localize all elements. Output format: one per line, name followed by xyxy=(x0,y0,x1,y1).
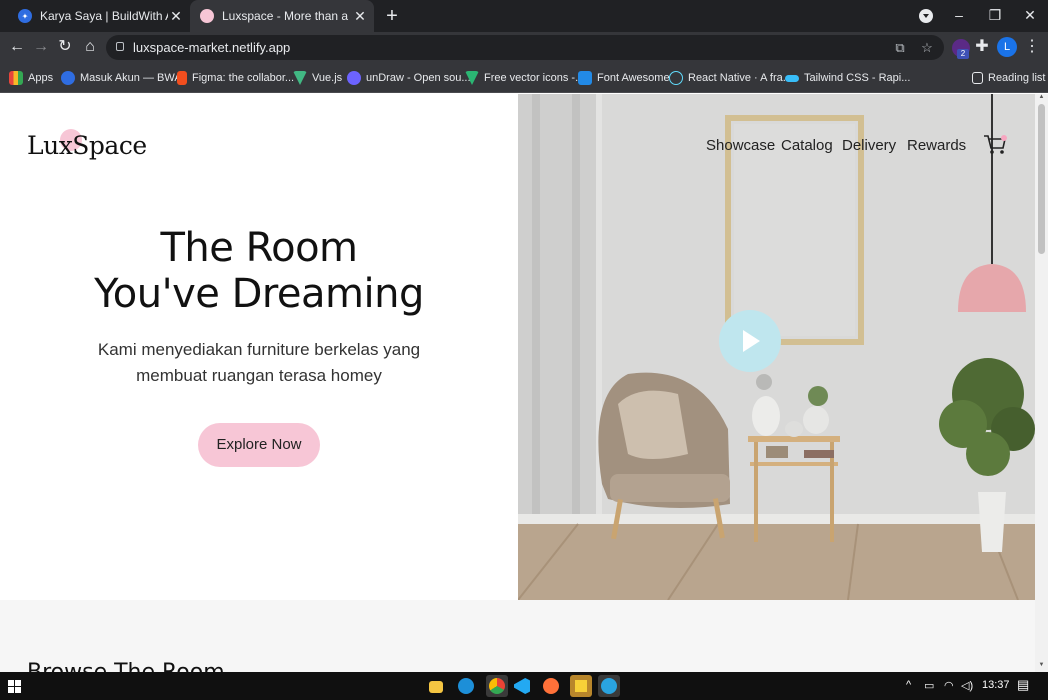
profile-avatar[interactable]: L xyxy=(997,37,1017,57)
bookmark-undraw[interactable]: unDraw - Open sou... xyxy=(347,70,471,86)
close-icon[interactable]: ✕ xyxy=(352,8,368,24)
browser-tab-luxspace[interactable]: Luxspace - More than a Store ✕ xyxy=(190,0,374,32)
play-video-button[interactable] xyxy=(719,310,781,372)
tab-strip: ✦ Karya Saya | BuildWith Angga ✕ Luxspac… xyxy=(0,0,1048,32)
bookmark-label: React Native · A fra... xyxy=(688,72,792,84)
vue-icon xyxy=(293,71,307,85)
bookmark-label: Apps xyxy=(28,72,54,84)
file-explorer-icon[interactable] xyxy=(429,681,443,693)
new-tab-button[interactable]: + xyxy=(382,4,402,28)
scroll-thumb[interactable] xyxy=(1038,104,1045,254)
notification-icon[interactable]: ▤ xyxy=(1017,677,1029,693)
bwa-icon xyxy=(61,71,75,85)
telegram-icon[interactable] xyxy=(598,675,620,697)
browser-toolbar: ← → ↻ ⌂ luxspace-market.netlify.app ⧉ ☆ … xyxy=(0,32,1048,63)
volume-icon[interactable]: ◁) xyxy=(961,679,973,692)
translate-icon[interactable]: ⧉ xyxy=(892,40,908,56)
menu-kebab-icon[interactable]: ⋮ xyxy=(1021,36,1043,58)
bookmark-react-native[interactable]: React Native · A fra... xyxy=(669,70,792,86)
close-window-button[interactable]: ✕ xyxy=(1013,0,1047,32)
tailwind-icon xyxy=(785,74,799,82)
edge-icon[interactable] xyxy=(458,678,474,694)
bookmark-tailwind[interactable]: Tailwind CSS - Rapi... xyxy=(785,70,910,86)
close-icon[interactable]: ✕ xyxy=(168,8,184,24)
page-scrollbar[interactable]: ▲ ▼ xyxy=(1035,94,1048,672)
bookmark-label: Figma: the collabor... xyxy=(192,72,295,84)
hero-subtitle: Kami menyediakan furniture berkelas yang… xyxy=(0,337,518,389)
headline-line-2: You've Dreaming xyxy=(94,271,424,317)
bookmark-label: unDraw - Open sou... xyxy=(366,72,471,84)
explore-now-button[interactable]: Explore Now xyxy=(198,423,320,467)
section-heading-browse: Browse The Room xyxy=(27,660,225,672)
subtitle-line-2: membuat ruangan terasa homey xyxy=(136,366,382,385)
extension-badge: 2 xyxy=(957,49,969,59)
hero-headline: The Room You've Dreaming xyxy=(0,225,518,317)
firefox-icon[interactable] xyxy=(543,678,559,694)
bookmark-flaticon[interactable]: Free vector icons -... xyxy=(465,70,584,86)
minimize-button[interactable]: – xyxy=(942,0,976,32)
bookmark-figma[interactable]: Figma: the collabor... xyxy=(177,70,294,86)
bookmark-label: Tailwind CSS - Rapi... xyxy=(804,72,911,84)
tray-chevron-icon[interactable]: ^ xyxy=(906,679,911,691)
scroll-up-icon[interactable]: ▲ xyxy=(1038,94,1045,101)
react-icon xyxy=(669,71,683,85)
apps-grid-icon xyxy=(9,71,23,85)
address-bar[interactable]: luxspace-market.netlify.app ⧉ ☆ xyxy=(106,35,944,60)
bookmark-bwa[interactable]: Masuk Akun — BWA xyxy=(61,70,182,86)
browser-tab-karya[interactable]: ✦ Karya Saya | BuildWith Angga ✕ xyxy=(8,0,190,32)
maximize-button[interactable]: ❐ xyxy=(978,0,1012,32)
home-icon[interactable]: ⌂ xyxy=(79,36,101,58)
reading-list-icon xyxy=(972,72,983,84)
bookmark-label: Masuk Akun — BWA xyxy=(80,72,182,84)
bookmark-label: Font Awesome xyxy=(597,72,670,84)
bookmark-vue[interactable]: Vue.js xyxy=(293,70,342,86)
windows-taskbar: ^ ▭ ◠ ◁) 13:37 ▤ xyxy=(0,672,1048,700)
reading-list-button[interactable]: Reading list xyxy=(972,70,1045,86)
bookmark-label: Free vector icons -... xyxy=(484,72,585,84)
vscode-icon[interactable] xyxy=(514,678,530,694)
bookmark-label: Vue.js xyxy=(312,72,343,84)
sticky-notes-icon[interactable] xyxy=(570,675,592,697)
battery-icon[interactable]: ▭ xyxy=(924,679,934,692)
nav-delivery[interactable]: Delivery xyxy=(842,137,896,154)
bookmark-star-icon[interactable]: ☆ xyxy=(919,40,935,56)
windows-start-icon[interactable] xyxy=(8,680,21,693)
headline-line-1: The Room xyxy=(160,225,358,271)
bookmark-apps[interactable]: Apps xyxy=(9,70,53,86)
tab-title: Karya Saya | BuildWith Angga xyxy=(40,9,168,23)
luxspace-icon xyxy=(200,9,214,23)
nav-showcase[interactable]: Showcase xyxy=(706,137,775,154)
reading-list-label: Reading list xyxy=(988,72,1046,84)
figma-icon xyxy=(177,71,187,85)
chrome-icon[interactable] xyxy=(486,675,508,697)
site-logo[interactable]: LuxSpace xyxy=(27,131,147,160)
bwa-icon: ✦ xyxy=(18,9,32,23)
extensions-puzzle-icon[interactable]: ✚ xyxy=(971,36,993,58)
wifi-icon[interactable]: ◠ xyxy=(944,679,954,692)
clock[interactable]: 13:37 xyxy=(982,679,1010,691)
nav-catalog[interactable]: Catalog xyxy=(781,137,833,154)
lock-icon[interactable] xyxy=(116,42,124,51)
undraw-icon xyxy=(347,71,361,85)
tab-search-icon[interactable] xyxy=(919,9,933,23)
url-text[interactable]: luxspace-market.netlify.app xyxy=(133,40,290,55)
nav-rewards[interactable]: Rewards xyxy=(907,137,966,154)
flaticon-icon xyxy=(465,71,479,85)
tab-title: Luxspace - More than a Store xyxy=(222,9,352,23)
scroll-down-icon[interactable]: ▼ xyxy=(1038,662,1045,669)
bookmarks-bar: Apps Masuk Akun — BWA Figma: the collabo… xyxy=(0,63,1048,93)
reload-icon[interactable]: ↻ xyxy=(54,36,76,58)
forward-icon[interactable]: → xyxy=(30,36,52,58)
font-awesome-icon xyxy=(578,71,592,85)
subtitle-line-1: Kami menyediakan furniture berkelas yang xyxy=(97,340,421,359)
bookmark-fontawesome[interactable]: Font Awesome xyxy=(578,70,670,86)
cart-badge xyxy=(1001,135,1007,141)
back-icon[interactable]: ← xyxy=(6,36,28,58)
